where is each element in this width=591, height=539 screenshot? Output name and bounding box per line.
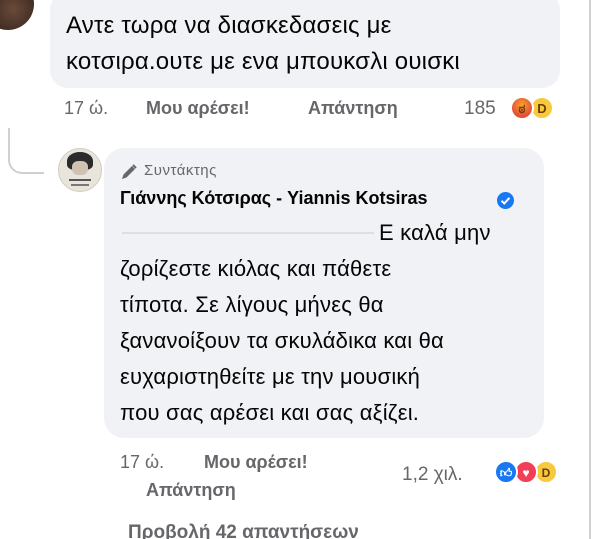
view-more-replies-link[interactable]: Προβολή 42 απαντήσεων [128, 522, 359, 539]
reply-thread-line [8, 128, 44, 174]
reply-bubble: Συντάκτης Γιάννης Κότσιρας - Yiannis Kot… [104, 148, 544, 438]
author-avatar[interactable] [58, 148, 102, 192]
author-name[interactable]: Γιάννης Κότσιρας - Yiannis Kotsiras [120, 188, 428, 209]
pen-icon [122, 164, 137, 179]
like-icon[interactable]: 👍︎ [494, 460, 518, 484]
comment-bubble: Αντε τωρα να διασκεδασεις με κοτσιρα.ουτ… [50, 0, 560, 88]
commenter-avatar[interactable] [0, 0, 34, 30]
reply-text-line: ζορίζεστε κιόλας και πάθετε [120, 256, 392, 281]
comment-text-line: κοτσιρα.ουτε με ενα μπουκσλι ουισκι [66, 48, 460, 75]
author-badge-label: Συντάκτης [144, 162, 217, 179]
mention-redaction [122, 232, 374, 234]
comment-actions: 17 ώ. Μου αρέσει! Απάντηση 185 ಠ D [64, 96, 569, 124]
like-button[interactable]: Μου αρέσει! [146, 98, 250, 119]
reaction-count[interactable]: 185 [464, 98, 496, 120]
reply-actions: 17 ώ. Μου αρέσει! Απάντηση 1,2 χιλ. 👍︎ ♥… [120, 444, 590, 504]
reply-button[interactable]: Απάντηση [146, 480, 236, 501]
reply-text-line: τίποτα. Σε λίγους μήνες θα [120, 292, 384, 317]
comment-text: Αντε τωρα να διασκεδασεις με κοτσιρα.ουτ… [66, 8, 550, 80]
reply-timestamp[interactable]: 17 ώ. [120, 452, 164, 473]
reaction-count[interactable]: 1,2 χιλ. [402, 464, 463, 486]
reply-text-line: Ε καλά μην [379, 220, 491, 245]
comment-text-line: Αντε τωρα να διασκεδασεις με [66, 12, 392, 39]
verified-badge-icon [497, 192, 514, 209]
like-button[interactable]: Μου αρέσει! [204, 452, 308, 473]
reply-text-line: ξανανοίξουν τα σκυλάδικα και θα [120, 328, 444, 353]
reply-text-line: ευχαριστηθείτε με την μουσική [120, 364, 421, 389]
reply-button[interactable]: Απάντηση [308, 98, 398, 119]
comment-timestamp[interactable]: 17 ώ. [64, 98, 108, 119]
angry-icon[interactable]: ಠ [510, 96, 534, 120]
reply-text-line: που σας αρέσει και σας αξίζει. [120, 400, 420, 425]
